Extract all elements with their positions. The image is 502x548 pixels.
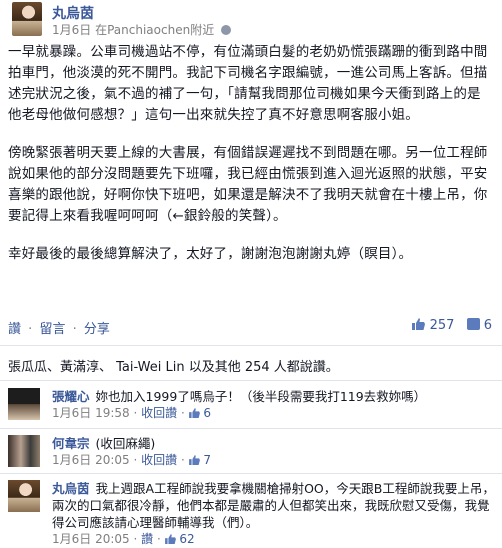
commenter-avatar[interactable] [8, 480, 40, 512]
commenter-name[interactable]: 丸烏茵 [52, 481, 90, 496]
commenter-name[interactable]: 張耀心 [52, 389, 90, 404]
comment-like-toggle[interactable]: 讚 [141, 532, 153, 546]
post-paragraph-3: 幸好最後的最後總算解決了，太好了，謝謝泡泡謝謝丸婷（瞑目）。 [8, 246, 413, 262]
comment-item: 丸烏茵 我上週跟A工程師說我要拿機關槍掃射OO，今天跟B工程師說我要上吊，兩次的口… [8, 480, 498, 546]
thumbs-up-icon [188, 455, 200, 465]
separator: · [72, 322, 77, 337]
comment-date[interactable]: 1月6日 20:05 [52, 532, 130, 546]
post-body: 一早就暴躁。公車司機過站不停，有位滿頭白髮的老奶奶慌張蹣跚的衝到路中間拍車門，他… [8, 42, 492, 282]
globe-icon [221, 25, 232, 35]
thumbs-up-icon [412, 318, 426, 330]
comment-text: 妳也加入1999了嗎烏子！（後半段需要我打119去救妳嗎） [95, 389, 427, 404]
like-count[interactable]: 257 [430, 318, 455, 333]
comment-item: 張耀心 妳也加入1999了嗎烏子！（後半段需要我打119去救妳嗎） 1月6日 19… [8, 388, 498, 432]
thumbs-up-icon [164, 534, 176, 544]
separator: · [28, 322, 33, 337]
comment-like-count[interactable]: 7 [203, 453, 211, 467]
commenter-name[interactable]: 何韋宗 [52, 436, 90, 451]
likes-summary[interactable]: 張瓜瓜、黃滿淳、 Tai-Wei Lin 以及其他 254 人都說讚。 [8, 356, 339, 375]
post-location[interactable]: 在Panchiaochen附近 [95, 23, 214, 37]
commenter-avatar[interactable] [8, 388, 40, 420]
comment-text: (收回麻繩) [95, 436, 156, 451]
post-date[interactable]: 1月6日 [52, 23, 91, 37]
comment-like-count[interactable]: 62 [179, 532, 194, 546]
comment-date[interactable]: 1月6日 19:58 [52, 406, 130, 420]
comment-link[interactable]: 留言 [39, 322, 65, 337]
comment-body: 張耀心 妳也加入1999了嗎烏子！（後半段需要我打119去救妳嗎） 1月6日 19… [52, 388, 498, 422]
post-author-name[interactable]: 丸烏茵 [52, 3, 94, 23]
comment-meta: 1月6日 20:05 · 讚 · 62 [52, 532, 195, 546]
comment-like-toggle[interactable]: 收回讚 [141, 453, 177, 467]
post-header: 丸烏茵 1月6日 在Panchiaochen附近 [12, 2, 492, 38]
divider [0, 473, 502, 474]
comment-body: 何韋宗 (收回麻繩) 1月6日 20:05 · 收回讚 · 7 [52, 435, 498, 469]
post-counts: 257 6 [412, 318, 492, 333]
comment-body: 丸烏茵 我上週跟A工程師說我要拿機關槍掃射OO，今天跟B工程師說我要上吊，兩次的口… [52, 480, 498, 548]
divider [0, 345, 502, 346]
comment-item: 何韋宗 (收回麻繩) 1月6日 20:05 · 收回讚 · 7 [8, 435, 498, 475]
commenter-avatar[interactable] [8, 435, 40, 467]
post-actions-bar: 讚 · 留言 · 分享 257 6 [8, 318, 494, 338]
share-link[interactable]: 分享 [84, 322, 110, 337]
comment-date[interactable]: 1月6日 20:05 [52, 453, 130, 467]
comment-like-count[interactable]: 6 [203, 406, 211, 420]
post-meta: 1月6日 在Panchiaochen附近 [52, 21, 232, 38]
post-paragraph-1: 一早就暴躁。公車司機過站不停，有位滿頭白髮的老奶奶慌張蹣跚的衝到路中間拍車門，他… [8, 44, 488, 123]
comment-meta: 1月6日 19:58 · 收回讚 · 6 [52, 406, 212, 420]
comment-count[interactable]: 6 [484, 318, 492, 333]
comment-like-toggle[interactable]: 收回讚 [141, 406, 177, 420]
divider [0, 428, 502, 429]
comment-text: 我上週跟A工程師說我要拿機關槍掃射OO，今天跟B工程師說我要上吊，兩次的口氣都很… [52, 481, 495, 530]
like-link[interactable]: 讚 [8, 322, 21, 337]
comment-meta: 1月6日 20:05 · 收回讚 · 7 [52, 453, 212, 467]
thumbs-up-icon [188, 408, 200, 418]
author-avatar[interactable] [12, 2, 42, 36]
post-paragraph-2: 傍晚緊張著明天要上線的大書展，有個錯誤遲遲找不到問題在哪。另一位工程師說如果他的… [8, 145, 488, 224]
divider [0, 380, 502, 381]
comment-bubble-icon [466, 318, 480, 330]
